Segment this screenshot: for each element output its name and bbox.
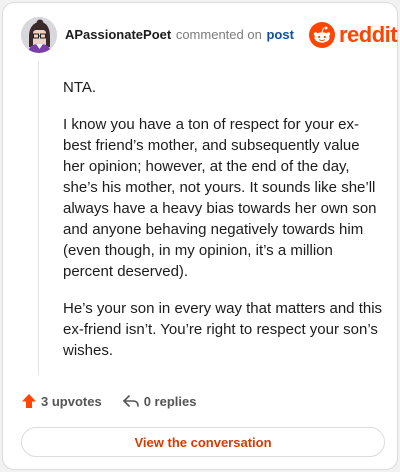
comment-paragraph: He’s your son in every way that matters … bbox=[63, 300, 383, 359]
reddit-wordmark: reddit bbox=[339, 22, 398, 47]
reddit-snoo-icon bbox=[309, 22, 335, 48]
upvote-count: 3 upvotes bbox=[41, 393, 102, 409]
reply-arrow-icon bbox=[122, 395, 139, 407]
commented-on-text: commented on bbox=[175, 27, 262, 42]
user-avatar[interactable] bbox=[21, 17, 57, 53]
username-link[interactable]: APassionatePoet bbox=[65, 27, 171, 42]
comment-body: NTA. I know you have a ton of respect fo… bbox=[63, 77, 383, 377]
comment-card: APassionatePoet commented on post reddit… bbox=[2, 2, 398, 470]
post-link[interactable]: post bbox=[266, 27, 293, 42]
reddit-logo[interactable]: reddit bbox=[309, 21, 398, 49]
comment-footer: 3 upvotes 0 replies bbox=[21, 391, 196, 411]
replies-button[interactable]: 0 replies bbox=[122, 393, 197, 409]
reply-count: 0 replies bbox=[143, 393, 197, 409]
thread-line bbox=[38, 61, 39, 375]
upvote-button[interactable]: 3 upvotes bbox=[21, 393, 102, 409]
upvote-arrow-icon bbox=[22, 394, 36, 408]
comment-paragraph: NTA. bbox=[63, 79, 97, 96]
comment-paragraph: I know you have a ton of respect for you… bbox=[63, 116, 377, 280]
comment-header: APassionatePoet commented on post bbox=[65, 27, 294, 42]
view-conversation-button[interactable]: View the conversation bbox=[21, 427, 385, 457]
avatar-icon bbox=[21, 17, 57, 53]
